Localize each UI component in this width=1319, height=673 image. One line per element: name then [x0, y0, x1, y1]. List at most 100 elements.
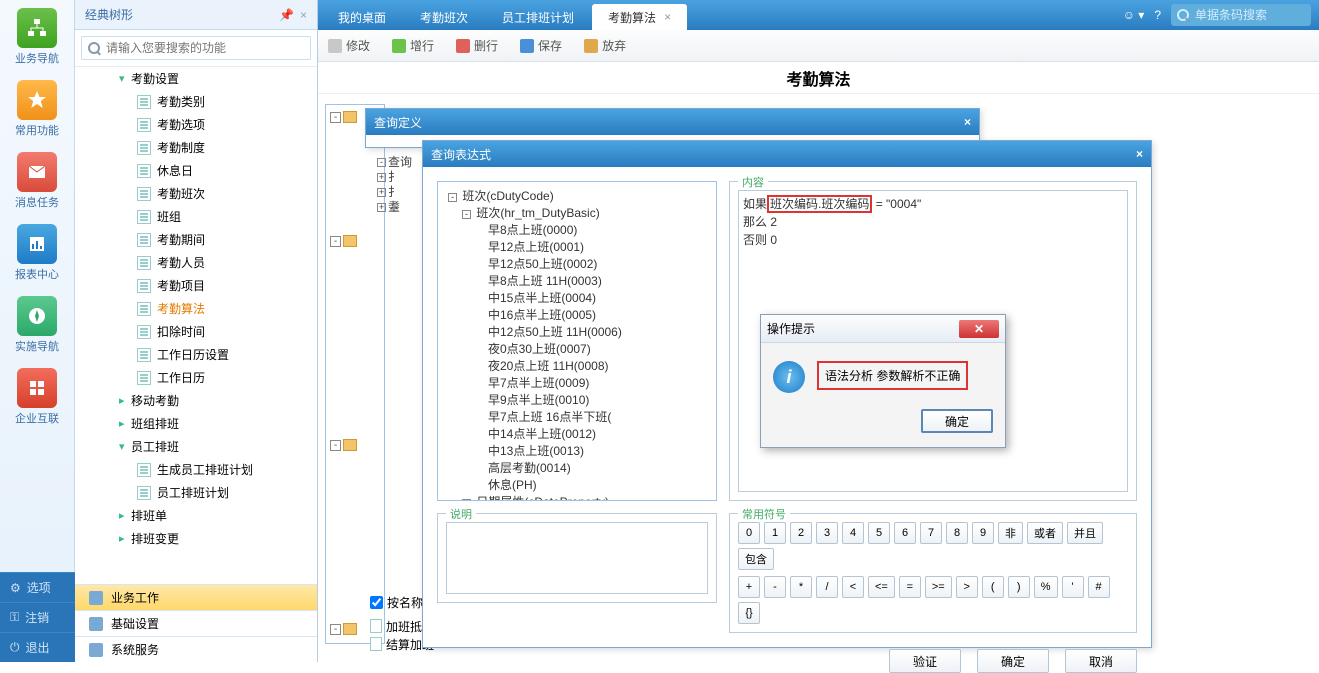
ok-button[interactable]: 确定 — [977, 649, 1049, 673]
symbol-button[interactable]: {} — [738, 602, 760, 624]
tree-node[interactable]: 休息日 — [75, 159, 317, 182]
symbol-button[interactable]: % — [1034, 576, 1058, 598]
schema-node[interactable]: 早8点上班(0000) — [444, 222, 710, 239]
schema-node[interactable]: 夜20点上班 11H(0008) — [444, 358, 710, 375]
tb-edit[interactable]: 修改 — [328, 37, 370, 54]
rail-implement[interactable]: 实施导航 — [0, 288, 74, 360]
symbol-button[interactable]: 1 — [764, 522, 786, 544]
tree-node[interactable]: 工作日历设置 — [75, 343, 317, 366]
tree-node[interactable]: ▸班组排班 — [75, 412, 317, 435]
close-icon[interactable]: × — [964, 115, 971, 129]
schema-node[interactable]: + 日期属性(cDateProperty) — [444, 494, 710, 501]
symbol-button[interactable]: ' — [1062, 576, 1084, 598]
symbol-button[interactable]: 0 — [738, 522, 760, 544]
symbol-button[interactable]: >= — [925, 576, 952, 598]
symbol-button[interactable]: 5 — [868, 522, 890, 544]
search-input[interactable] — [106, 41, 304, 55]
desc-area[interactable] — [446, 522, 708, 594]
btab-biz[interactable]: 业务工作 — [75, 584, 317, 610]
tree-node[interactable]: ▸移动考勤 — [75, 389, 317, 412]
tree-node[interactable]: ▾考勤设置 — [75, 67, 317, 90]
symbol-button[interactable]: > — [956, 576, 978, 598]
close-icon[interactable]: ✕ — [959, 320, 999, 338]
tree-node[interactable]: 考勤人员 — [75, 251, 317, 274]
schema-node[interactable]: - 班次(hr_tm_DutyBasic) — [444, 205, 710, 222]
tree-node[interactable]: ▾员工排班 — [75, 435, 317, 458]
symbol-button[interactable]: 3 — [816, 522, 838, 544]
rail-biz-nav[interactable]: 业务导航 — [0, 0, 74, 72]
symbol-button[interactable]: 8 — [946, 522, 968, 544]
schema-node[interactable]: 早12点50上班(0002) — [444, 256, 710, 273]
schema-node[interactable]: - 班次(cDutyCode) — [444, 188, 710, 205]
symbol-button[interactable]: 2 — [790, 522, 812, 544]
ok-button[interactable]: 确定 — [921, 409, 993, 433]
rail-options[interactable]: ⚙选项 — [0, 572, 75, 602]
rail-enterprise[interactable]: 企业互联 — [0, 360, 74, 432]
tab-desktop[interactable]: 我的桌面 — [322, 4, 402, 30]
cancel-button[interactable]: 取消 — [1065, 649, 1137, 673]
tree-node[interactable]: 考勤选项 — [75, 113, 317, 136]
tree-node[interactable]: 考勤班次 — [75, 182, 317, 205]
help-icon[interactable]: ? — [1154, 8, 1161, 22]
tree-node[interactable]: 考勤项目 — [75, 274, 317, 297]
symbol-button[interactable]: / — [816, 576, 838, 598]
symbol-button[interactable]: - — [764, 576, 786, 598]
symbol-button[interactable]: 包含 — [738, 548, 774, 570]
tab-algorithm[interactable]: 考勤算法× — [592, 4, 687, 30]
symbol-button[interactable]: 4 — [842, 522, 864, 544]
schema-node[interactable]: 中13点上班(0013) — [444, 443, 710, 460]
tree-node[interactable]: 班组 — [75, 205, 317, 228]
symbol-button[interactable]: = — [899, 576, 921, 598]
tree-body[interactable]: ▾考勤设置考勤类别考勤选项考勤制度休息日考勤班次班组考勤期间考勤人员考勤项目考勤… — [75, 67, 317, 567]
search-box[interactable] — [81, 36, 311, 60]
symbol-button[interactable]: ( — [982, 576, 1004, 598]
tree-node[interactable]: 员工排班计划 — [75, 481, 317, 504]
rail-common[interactable]: 常用功能 — [0, 72, 74, 144]
schema-node[interactable]: 早12点上班(0001) — [444, 239, 710, 256]
tree-node[interactable]: ▸排班单 — [75, 504, 317, 527]
schema-node[interactable]: 中14点半上班(0012) — [444, 426, 710, 443]
tb-discard[interactable]: 放弃 — [584, 37, 626, 54]
pin-icon[interactable]: 📌 — [279, 8, 294, 22]
close-icon[interactable]: × — [1136, 147, 1143, 161]
rail-reports[interactable]: 报表中心 — [0, 216, 74, 288]
rail-messages[interactable]: 消息任务 — [0, 144, 74, 216]
schema-node[interactable]: 高层考勤(0014) — [444, 460, 710, 477]
tab-schedule[interactable]: 员工排班计划 — [486, 4, 590, 30]
symbol-button[interactable]: ) — [1008, 576, 1030, 598]
symbol-button[interactable]: * — [790, 576, 812, 598]
tree-node[interactable]: ▸排班变更 — [75, 527, 317, 550]
tree-node[interactable]: 工作日历 — [75, 366, 317, 389]
tree-node[interactable]: 考勤制度 — [75, 136, 317, 159]
symbol-button[interactable]: 9 — [972, 522, 994, 544]
symbol-button[interactable]: 6 — [894, 522, 916, 544]
symbol-button[interactable]: < — [842, 576, 864, 598]
schema-node[interactable]: 休息(PH) — [444, 477, 710, 494]
barcode-search-input[interactable] — [1195, 8, 1305, 22]
top-search[interactable] — [1171, 4, 1311, 26]
tree-node[interactable]: 考勤期间 — [75, 228, 317, 251]
dialog-titlebar[interactable]: 查询表达式× — [423, 141, 1151, 167]
tree-node[interactable]: 考勤算法 — [75, 297, 317, 320]
schema-node[interactable]: 早7点上班 16点半下班( — [444, 409, 710, 426]
tb-addrow[interactable]: 增行 — [392, 37, 434, 54]
symbol-button[interactable]: 7 — [920, 522, 942, 544]
close-icon[interactable]: × — [300, 8, 307, 22]
symbol-button[interactable]: 非 — [998, 522, 1023, 544]
tab-shifts[interactable]: 考勤班次 — [404, 4, 484, 30]
tb-delrow[interactable]: 删行 — [456, 37, 498, 54]
tree-node[interactable]: 生成员工排班计划 — [75, 458, 317, 481]
close-icon[interactable]: × — [664, 10, 671, 24]
schema-node[interactable]: 夜0点30上班(0007) — [444, 341, 710, 358]
schema-node[interactable]: 早9点半上班(0010) — [444, 392, 710, 409]
schema-tree[interactable]: - 班次(cDutyCode)- 班次(hr_tm_DutyBasic) 早8点… — [437, 181, 717, 501]
dialog-titlebar[interactable]: 查询定义× — [366, 109, 979, 135]
schema-node[interactable]: 早7点半上班(0009) — [444, 375, 710, 392]
rail-logout[interactable]: ⚿注销 — [0, 602, 75, 632]
verify-button[interactable]: 验证 — [889, 649, 961, 673]
rail-exit[interactable]: ⏻退出 — [0, 632, 75, 662]
symbol-button[interactable]: 或者 — [1027, 522, 1063, 544]
schema-node[interactable]: 中15点半上班(0004) — [444, 290, 710, 307]
schema-node[interactable]: 中12点50上班 11H(0006) — [444, 324, 710, 341]
symbol-button[interactable]: 并且 — [1067, 522, 1103, 544]
